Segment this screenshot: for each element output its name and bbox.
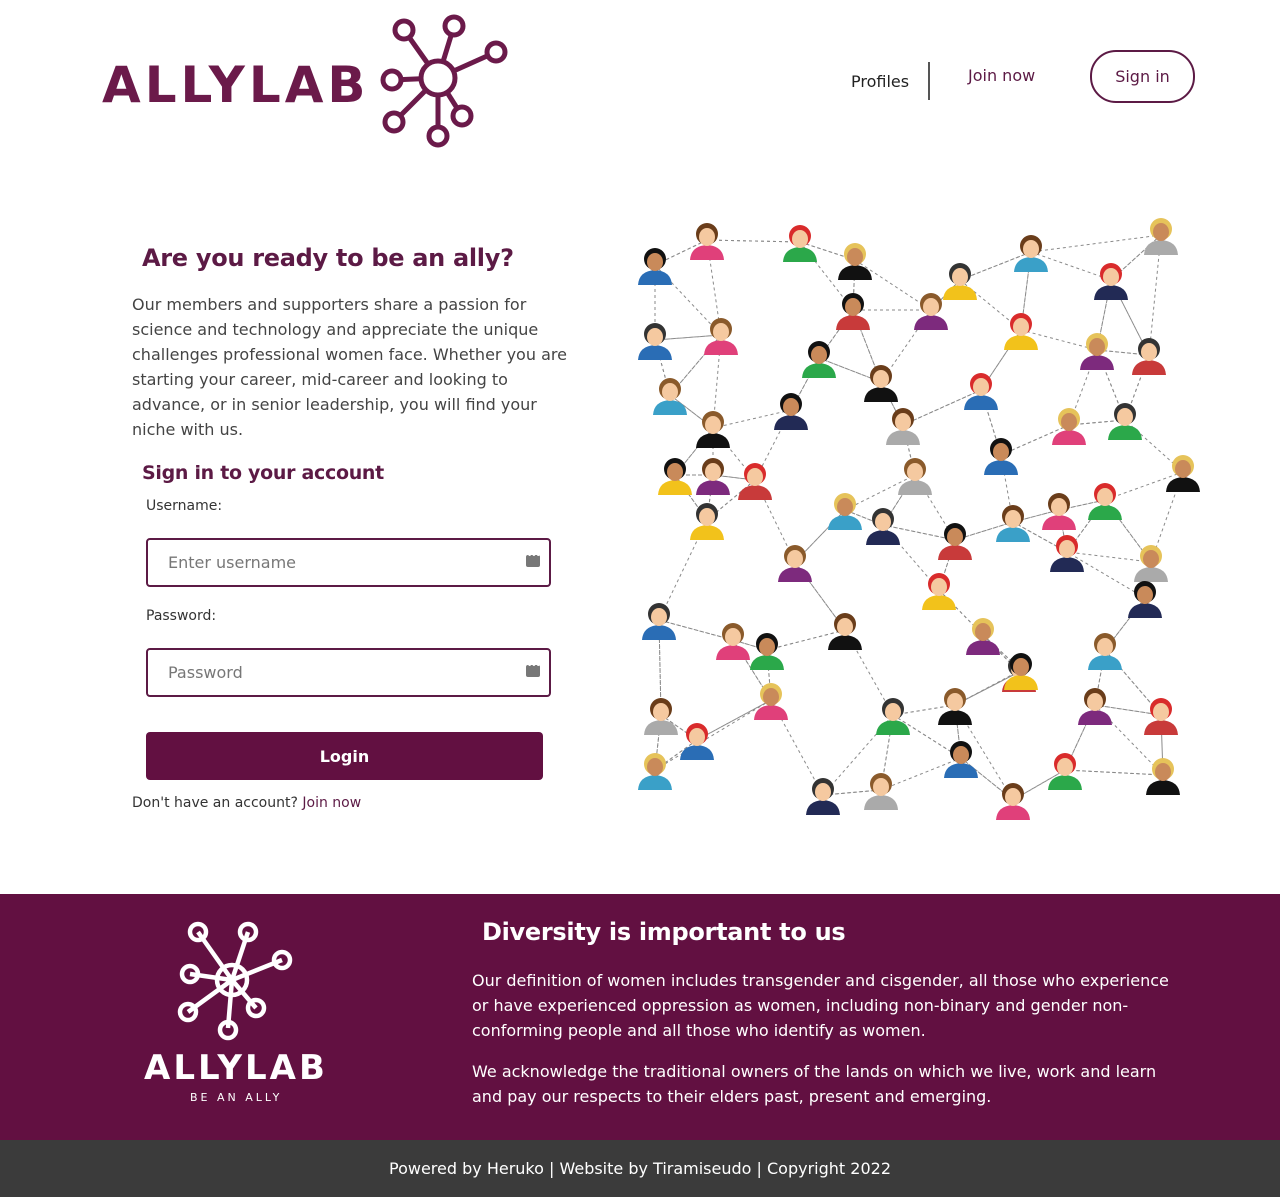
network-connector [1066, 551, 1152, 563]
hero-text: Our members and supporters share a passi… [132, 295, 567, 439]
nav-join-link[interactable]: Join now [968, 66, 1035, 85]
footer-logo: ALLYLAB BE AN ALLY [140, 916, 330, 1106]
person-avatar-icon [716, 623, 750, 660]
person-avatar-icon [1048, 753, 1082, 790]
no-account-label: Don't have an account? [132, 795, 298, 811]
person-avatar-icon [1080, 333, 1114, 370]
person-avatar-icon [638, 248, 672, 285]
copyright-bar: Powered by Heruko | Website by Tiramiseu… [0, 1140, 1280, 1197]
person-avatar-icon [754, 683, 788, 720]
person-avatar-icon [1144, 698, 1178, 735]
site-header: ALLYLAB Profiles Join now Sign in [0, 0, 1280, 160]
network-connector [854, 259, 932, 311]
person-avatar-icon [864, 365, 898, 402]
person-avatar-icon [828, 493, 862, 530]
person-avatar-icon [642, 603, 676, 640]
molecule-network-icon [177, 921, 293, 1041]
person-avatar-icon [680, 723, 714, 760]
person-avatar-icon [966, 618, 1000, 655]
person-avatar-icon [1004, 313, 1038, 350]
person-avatar-icon [1144, 218, 1178, 255]
person-avatar-icon [996, 783, 1030, 820]
person-avatar-icon [864, 773, 898, 810]
person-avatar-icon [658, 458, 692, 495]
site-footer: ALLYLAB BE AN ALLY Diversity is importan… [0, 894, 1280, 1140]
nav-signin-button[interactable]: Sign in [1090, 50, 1195, 103]
person-avatar-icon [1128, 581, 1162, 618]
person-avatar-icon [690, 223, 724, 260]
person-avatar-icon [806, 778, 840, 815]
person-avatar-icon [1014, 235, 1048, 272]
person-avatar-icon [696, 411, 730, 448]
person-avatar-icon [914, 293, 948, 330]
person-avatar-icon [638, 753, 672, 790]
person-avatar-icon [898, 458, 932, 495]
person-avatar-icon [866, 508, 900, 545]
person-avatar-icon [876, 698, 910, 735]
hero-title: Are you ready to be an ally? [142, 244, 514, 272]
person-avatar-icon [778, 545, 812, 582]
person-avatar-icon [1166, 455, 1200, 492]
person-avatar-icon [1088, 633, 1122, 670]
people-network-illustration [638, 218, 1200, 820]
person-avatar-icon [828, 613, 862, 650]
person-avatar-icon [836, 293, 870, 330]
username-input[interactable] [146, 538, 551, 587]
nav-divider [928, 62, 930, 100]
password-input[interactable] [146, 648, 551, 697]
network-connector [706, 239, 801, 243]
person-avatar-icon [738, 463, 772, 500]
footer-logo-tagline: BE AN ALLY [190, 1091, 283, 1104]
username-label: Username: [146, 498, 223, 514]
person-avatar-icon [750, 633, 784, 670]
person-avatar-icon [774, 393, 808, 430]
person-avatar-icon [1042, 493, 1076, 530]
join-now-link[interactable]: Join now [302, 795, 361, 811]
footer-title: Diversity is important to us [482, 918, 846, 946]
person-avatar-icon [922, 573, 956, 610]
logo-wordmark: ALLYLAB [102, 56, 370, 114]
person-avatar-icon [1004, 653, 1038, 690]
network-connector [1066, 551, 1146, 599]
network-connector [1030, 234, 1162, 253]
person-avatar-icon [964, 373, 998, 410]
person-avatar-icon [1132, 338, 1166, 375]
person-avatar-icon [638, 323, 672, 360]
login-button[interactable]: Login [146, 732, 543, 780]
person-avatar-icon [943, 263, 977, 300]
footer-paragraph-1: Our definition of women includes transge… [472, 971, 1169, 1040]
person-avatar-icon [704, 318, 738, 355]
person-avatar-icon [838, 243, 872, 280]
person-avatar-icon [1134, 545, 1168, 582]
person-avatar-icon [944, 741, 978, 778]
person-avatar-icon [938, 523, 972, 560]
signin-title: Sign in to your account [142, 462, 384, 484]
person-avatar-icon [1146, 758, 1180, 795]
password-manager-icon[interactable] [526, 661, 540, 677]
person-avatar-icon [653, 378, 687, 415]
person-avatar-icon [690, 503, 724, 540]
person-avatar-icon [783, 225, 817, 262]
footer-logo-wordmark: ALLYLAB [144, 1048, 328, 1088]
person-avatar-icon [984, 438, 1018, 475]
password-manager-icon[interactable] [526, 551, 540, 567]
person-avatar-icon [1052, 408, 1086, 445]
person-avatar-icon [1088, 483, 1122, 520]
person-avatar-icon [996, 505, 1030, 542]
no-account-text: Don't have an account? Join now [132, 795, 361, 811]
nav-profiles-link[interactable]: Profiles [851, 72, 909, 91]
footer-paragraph-2: We acknowledge the traditional owners of… [472, 1062, 1157, 1106]
person-avatar-icon [886, 408, 920, 445]
molecule-network-icon [380, 14, 508, 148]
person-avatar-icon [1094, 263, 1128, 300]
allylab-logo[interactable]: ALLYLAB [100, 12, 510, 152]
person-avatar-icon [802, 341, 836, 378]
person-avatar-icon [644, 698, 678, 735]
password-label: Password: [146, 608, 217, 624]
